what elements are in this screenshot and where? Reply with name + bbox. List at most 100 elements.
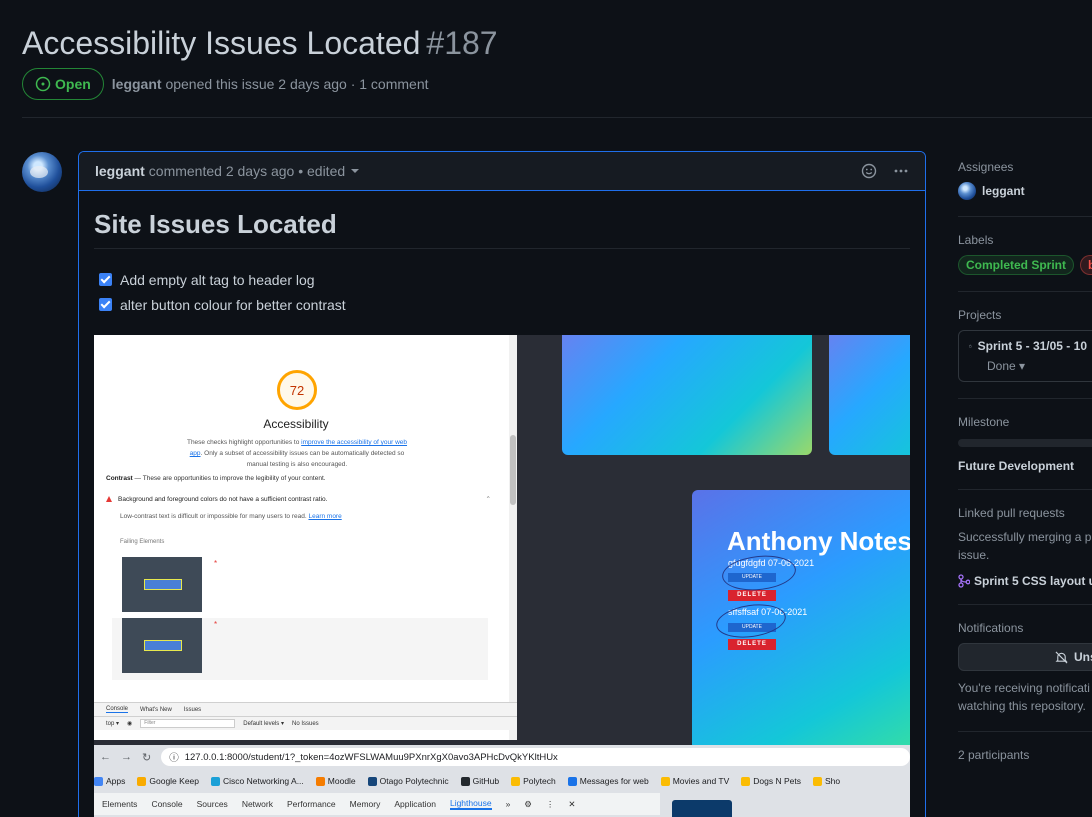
- console-toolbar: top ▾ ◉ Filter Default levels ▾ No Issue…: [94, 716, 517, 730]
- bookmark-icon: [460, 776, 470, 786]
- score-gauge: 72: [277, 370, 317, 410]
- linked-prs-heading: Linked pull requests: [958, 506, 1065, 520]
- delete-button: DELETE: [728, 590, 776, 601]
- comment-heading: Site Issues Located: [94, 191, 910, 249]
- kebab-horizontal-icon[interactable]: [893, 163, 909, 179]
- bookmark: Movies and TV: [660, 776, 729, 786]
- console-filter: Filter: [140, 719, 236, 728]
- issue-title-text: Accessibility Issues Located: [22, 25, 421, 61]
- labels-heading[interactable]: Labels: [958, 233, 1092, 247]
- bookmark-icon: [137, 776, 147, 786]
- projects-heading[interactable]: Projects: [958, 308, 1092, 322]
- task-label: alter button colour for better contrast: [120, 296, 346, 313]
- issue-open-icon: [35, 76, 51, 92]
- bell-slash-icon: [1055, 651, 1068, 663]
- task-checkbox[interactable]: [99, 298, 112, 311]
- linked-prs-text-2: issue.: [958, 548, 990, 562]
- contrast-group: Contrast — These are opportunities to im…: [106, 475, 326, 482]
- context-select: top ▾: [106, 721, 120, 727]
- bookmark-label: Google Keep: [149, 776, 199, 786]
- labels-section: Labels Completed Sprint bug: [958, 233, 1092, 292]
- bookmark-label: GitHub: [472, 776, 500, 786]
- devtools-tab: Memory: [349, 799, 381, 809]
- comment-box: leggant commented 2 days ago • edited Si…: [78, 151, 926, 817]
- milestone-name[interactable]: Future Development: [958, 459, 1092, 473]
- url-text: 127.0.0.1:8000/student/1?_token=4ozWFSLW…: [184, 751, 558, 763]
- project-status[interactable]: Done ▾: [987, 359, 1087, 373]
- devtools-tabs: Elements Console Sources Network Perform…: [94, 793, 660, 815]
- embedded-screenshot[interactable]: 72 Accessibility These checks highlight …: [94, 335, 910, 817]
- bookmarks-bar: Apps Google Keep Cisco Networking A... M…: [94, 769, 910, 793]
- bookmark: Messages for web: [567, 776, 649, 786]
- smiley-icon[interactable]: [861, 163, 877, 179]
- failing-element-row: *: [112, 618, 488, 680]
- avatar[interactable]: [22, 152, 62, 192]
- bookmark: Polytech: [511, 776, 556, 786]
- contrast-label: Contrast: [106, 475, 133, 482]
- label-completed-sprint[interactable]: Completed Sprint: [958, 255, 1075, 275]
- delete-button: DELETE: [728, 639, 776, 650]
- element-thumbnail: [122, 557, 202, 612]
- task-checkbox[interactable]: [99, 273, 112, 286]
- info-icon: ⓘ: [169, 753, 179, 764]
- bookmark: Moodle: [315, 776, 356, 786]
- bookmark: Sho: [812, 776, 840, 786]
- projects-section: Projects Sprint 5 - 31/05 - 10 Done ▾: [958, 308, 1092, 399]
- lock-icon: [969, 344, 972, 348]
- kebab-vertical-icon: ⋮: [545, 798, 555, 809]
- devtools-tab: Console: [151, 799, 183, 809]
- bookmark-icon: [812, 776, 822, 786]
- lh-desc-post: . Only a subset of accessibility issues …: [200, 450, 405, 468]
- reload-icon: ↻: [142, 751, 152, 764]
- assignee[interactable]: leggant: [958, 182, 1092, 200]
- bookmark-label: Cisco Networking A...: [223, 776, 304, 786]
- assignees-heading[interactable]: Assignees: [958, 160, 1092, 174]
- linked-prs-text: Successfully merging a pu: [958, 530, 1092, 544]
- comment-body: Site Issues Located Add empty alt tag to…: [79, 191, 925, 817]
- comment-author-link[interactable]: leggant: [95, 163, 145, 179]
- linked-pr[interactable]: Sprint 5 CSS layout u: [958, 574, 1092, 588]
- chevron-up-icon: ⌃: [485, 496, 491, 503]
- annotation-circle: [714, 600, 788, 642]
- issue-sidebar: Assignees leggant Labels Completed Sprin…: [958, 160, 1092, 802]
- devtools-tab: Network: [241, 799, 273, 809]
- label-bug[interactable]: bug: [1080, 255, 1092, 275]
- bookmark: GitHub: [460, 776, 500, 786]
- node-marker: *: [214, 620, 218, 629]
- contrast-text: — These are opportunities to improve the…: [132, 475, 326, 482]
- bookmark-label: Otago Polytechnic: [379, 776, 449, 786]
- bookmark-icon: [660, 776, 670, 786]
- issue-author-link[interactable]: leggant: [112, 76, 162, 92]
- back-icon: ←: [100, 751, 111, 763]
- unsubscribe-button[interactable]: Uns: [958, 643, 1092, 671]
- learn-more-link: Learn more: [308, 513, 342, 520]
- milestone-heading[interactable]: Milestone: [958, 415, 1092, 429]
- label-list: Completed Sprint bug: [958, 255, 1092, 275]
- participants-section: 2 participants: [958, 748, 1092, 786]
- console-tabs: Console What's New Issues: [94, 702, 517, 716]
- notes-app-preview: Anthony Notes gfdgfdgfd 07-06-2021 UPDAT…: [517, 335, 910, 750]
- linked-pr-title: Sprint 5 CSS layout u: [974, 574, 1092, 588]
- task-item: alter button colour for better contrast: [94, 292, 910, 317]
- git-merge-icon: [958, 574, 970, 588]
- audit-text: Background and foreground colors do not …: [118, 495, 328, 503]
- project-card[interactable]: Sprint 5 - 31/05 - 10 Done ▾: [958, 330, 1092, 382]
- issues-tab: Issues: [183, 706, 202, 713]
- eye-icon: ◉: [127, 721, 133, 727]
- devtools-tab-active: Lighthouse: [449, 798, 492, 810]
- linked-prs-section: Linked pull requests Successfully mergin…: [958, 506, 1092, 605]
- chevron-down-icon[interactable]: [351, 169, 360, 173]
- bookmark: Dogs N Pets: [741, 776, 801, 786]
- issue-meta-text: leggant opened this issue 2 days ago · 1…: [112, 76, 429, 92]
- note-card: [829, 335, 910, 455]
- lighthouse-category: Accessibility: [263, 417, 329, 431]
- bookmark-icon: [741, 776, 751, 786]
- whats-new-tab: What's New: [140, 706, 172, 713]
- comment-meta[interactable]: commented 2 days ago • edited: [149, 163, 345, 179]
- lh-desc-pre: These checks highlight opportunities to: [186, 439, 302, 446]
- node-marker: *: [214, 559, 218, 568]
- notes-title: Anthony Notes: [727, 526, 910, 556]
- bookmark-icon: [367, 776, 377, 786]
- state-badge: Open: [22, 68, 104, 100]
- failing-element-row: *: [112, 557, 488, 619]
